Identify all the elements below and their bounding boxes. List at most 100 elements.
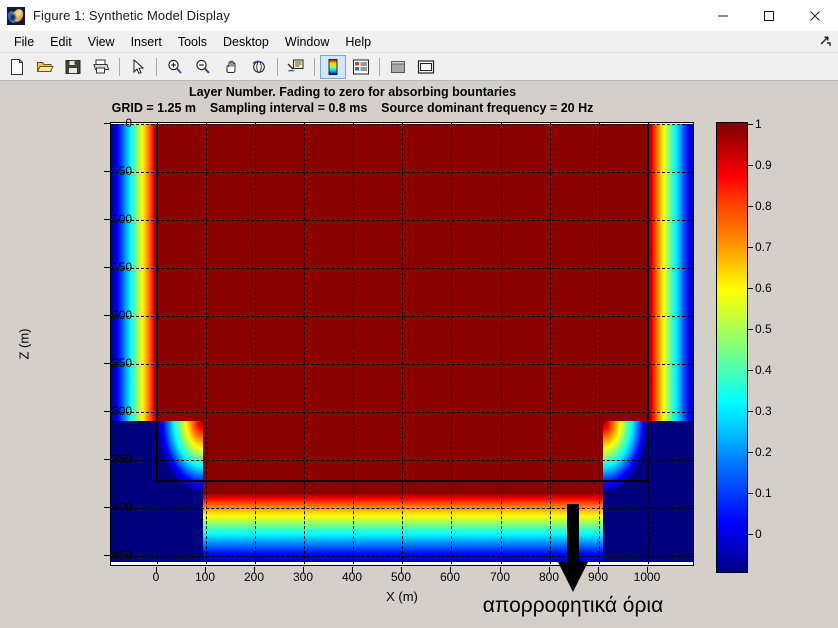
new-figure-button[interactable] [4, 55, 30, 79]
y-tick-label: 200 [111, 308, 132, 322]
y-tick-mark [104, 555, 110, 556]
y-tick-mark [104, 459, 110, 460]
toolbar-separator [277, 57, 278, 76]
save-figure-button[interactable] [60, 55, 86, 79]
zoom-out-button[interactable] [190, 55, 216, 79]
window-titlebar: Figure 1: Synthetic Model Display [0, 0, 838, 32]
new-document-icon [11, 58, 23, 75]
colorbar-tick-mark [748, 452, 753, 453]
maximize-button[interactable] [746, 0, 792, 31]
colorbar-tick-label: 0.6 [755, 281, 772, 295]
x-tick-label: 0 [152, 570, 160, 584]
menu-item-help[interactable]: Help [337, 33, 379, 51]
y-tick-mark [104, 267, 110, 268]
x-tick-label: 800 [538, 570, 560, 584]
data-cursor-button[interactable] [283, 55, 309, 79]
pan-button[interactable] [218, 55, 244, 79]
insert-colorbar-button[interactable] [320, 54, 346, 79]
minimize-icon [718, 15, 728, 16]
toolbar-separator [314, 57, 315, 76]
y-tick-mark [104, 507, 110, 508]
y-tick-mark [104, 411, 110, 412]
y-tick-mark [104, 123, 110, 124]
menu-item-edit[interactable]: Edit [42, 33, 80, 51]
y-tick-mark [104, 171, 110, 172]
down-arrow-icon [558, 504, 588, 592]
x-axis-label: X (m) [386, 589, 418, 604]
colorbar-tick-mark [748, 206, 753, 207]
chart-title: Layer Number. Fading to zero for absorbi… [188, 85, 517, 99]
colorbar-tick-mark [748, 534, 753, 535]
y-tick-label: 0 [125, 116, 132, 130]
printer-icon [93, 59, 110, 73]
hide-plot-tools-button[interactable] [385, 55, 411, 79]
minimize-button[interactable] [700, 0, 746, 31]
colorbar-tick-label: 0.9 [755, 158, 772, 172]
y-tick-mark [104, 219, 110, 220]
toolbar-separator [156, 57, 157, 76]
floppy-save-icon [65, 59, 81, 74]
colorbar-tick-label: 0.8 [755, 199, 772, 213]
colorbar-icon [328, 58, 338, 75]
y-tick-label: 400 [111, 500, 132, 514]
menu-item-view[interactable]: View [80, 33, 123, 51]
y-tick-label: 50 [118, 164, 132, 178]
x-tick-label: 600 [439, 570, 461, 584]
colorbar-tick-mark [748, 288, 753, 289]
axes-bottom-margin [111, 562, 693, 565]
rotate-3d-button[interactable] [246, 55, 272, 79]
y-tick-label: 100 [111, 212, 132, 226]
undock-arrow-icon[interactable] [818, 35, 832, 49]
open-folder-icon [36, 61, 54, 72]
y-tick-label: 350 [111, 452, 132, 466]
close-icon [810, 10, 820, 21]
chart-subtitle: GRID = 1.25 m Sampling interval = 0.8 ms… [111, 101, 594, 115]
hand-pan-icon [226, 60, 236, 73]
colorbar-tick-label: 0 [755, 527, 762, 541]
menu-item-insert[interactable]: Insert [123, 33, 170, 51]
y-tick-label: 300 [111, 404, 132, 418]
magnifier-minus-icon [196, 59, 210, 74]
colorbar-tick-mark [748, 247, 753, 248]
menu-item-file[interactable]: File [6, 33, 42, 51]
x-tick-label: 400 [341, 570, 363, 584]
y-tick-mark [104, 315, 110, 316]
menu-item-window[interactable]: Window [277, 33, 337, 51]
colorbar-tick-mark [748, 370, 753, 371]
colorbar-tick-mark [748, 411, 753, 412]
show-plot-tools-button[interactable] [413, 55, 439, 79]
figure-toolbar [0, 53, 838, 81]
legend-icon [353, 59, 369, 74]
colorbar-tick-label: 0.2 [755, 445, 772, 459]
colorbar-tick-label: 0.4 [755, 363, 772, 377]
menu-item-tools[interactable]: Tools [170, 33, 215, 51]
colorbar[interactable] [716, 122, 748, 573]
magnifier-plus-icon [168, 59, 182, 74]
menu-item-desktop[interactable]: Desktop [215, 33, 277, 51]
y-tick-label: 150 [111, 260, 132, 274]
x-tick-label: 500 [390, 570, 412, 584]
plot-tools-off-icon [391, 60, 405, 73]
open-file-button[interactable] [32, 55, 58, 79]
axes-plot-area[interactable] [110, 122, 694, 566]
y-tick-label: 450 [111, 548, 132, 562]
colorbar-tick-label: 0.1 [755, 486, 772, 500]
zoom-in-button[interactable] [162, 55, 188, 79]
y-axis-label: Z (m) [16, 328, 32, 360]
colorbar-tick-mark [748, 124, 753, 125]
toolbar-separator [119, 57, 120, 76]
x-tick-label: 700 [489, 570, 511, 584]
colorbar-tick-label: 0.3 [755, 404, 772, 418]
x-tick-label: 100 [194, 570, 216, 584]
plot-tools-on-icon [417, 59, 435, 74]
data-cursor-icon [287, 59, 304, 72]
rotate-3d-icon [252, 60, 265, 73]
colorbar-tick-label: 0.5 [755, 322, 772, 336]
x-tick-label: 200 [243, 570, 265, 584]
print-figure-button[interactable] [88, 55, 114, 79]
toolbar-separator [379, 57, 380, 76]
edit-plot-button[interactable] [125, 55, 151, 79]
close-button[interactable] [792, 0, 838, 31]
matlab-icon [7, 6, 25, 25]
insert-legend-button[interactable] [348, 55, 374, 79]
